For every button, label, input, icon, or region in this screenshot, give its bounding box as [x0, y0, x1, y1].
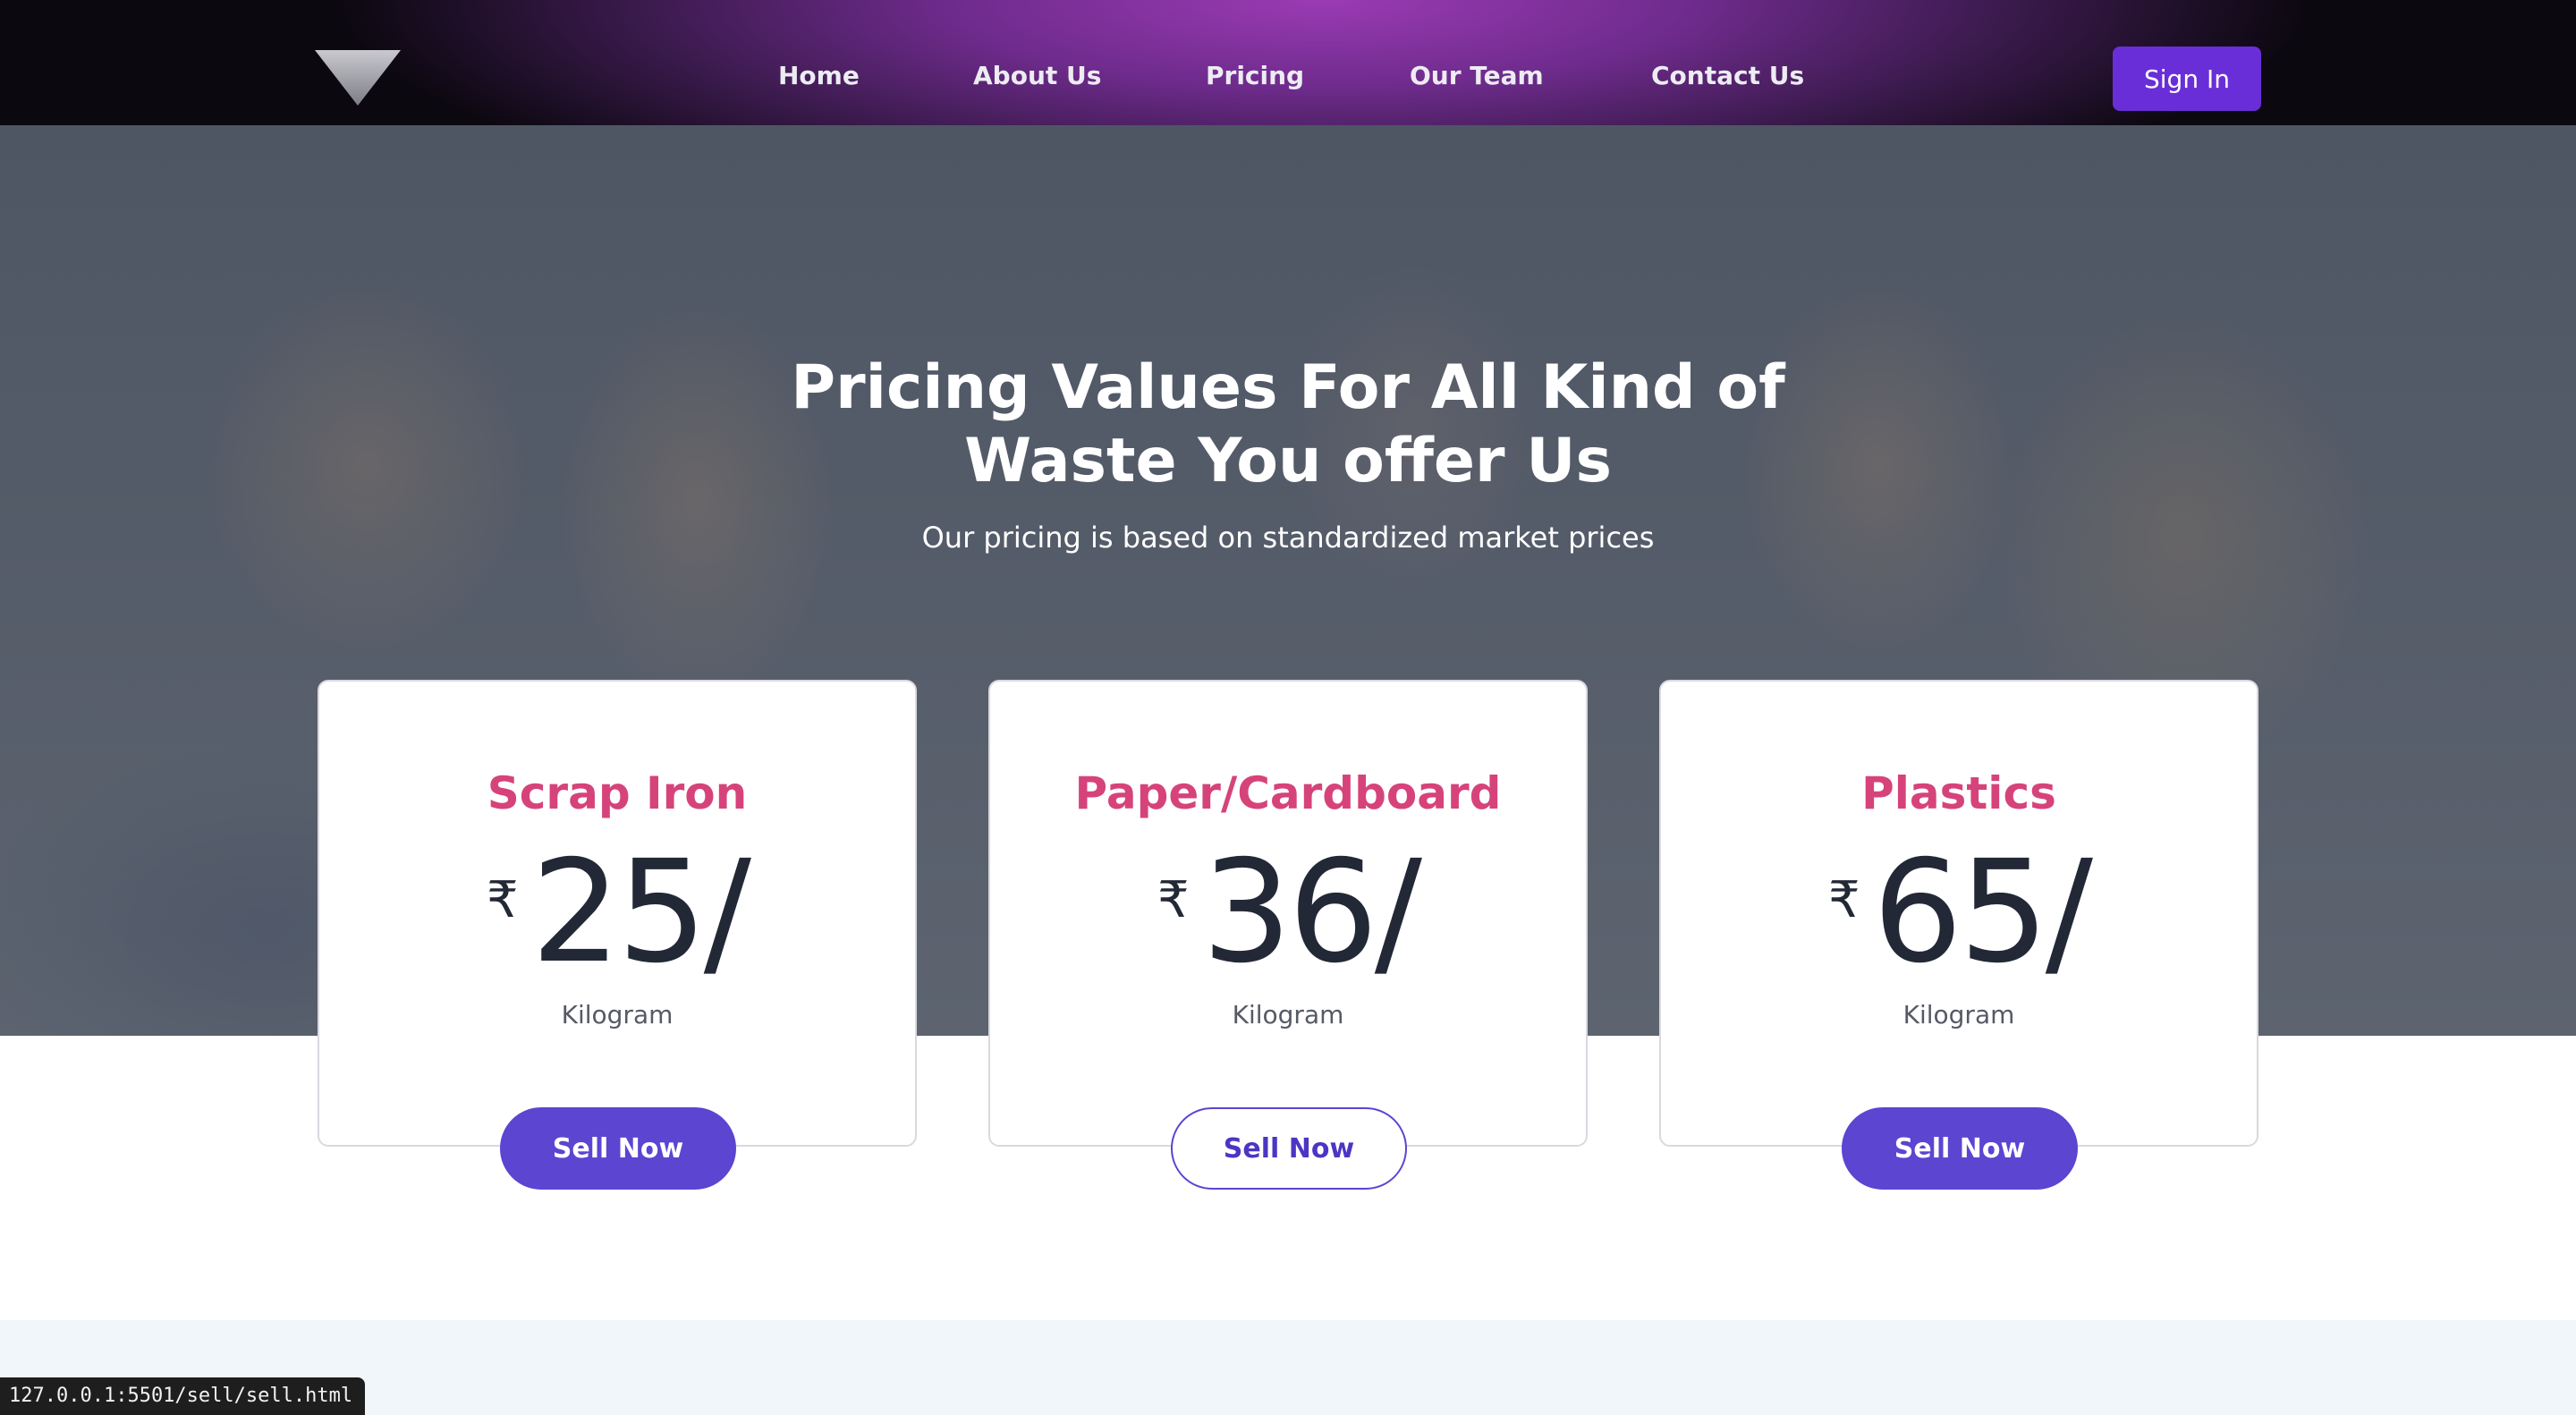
rupee-icon: ₹: [487, 871, 519, 929]
price-amount: 65/: [1872, 830, 2093, 995]
price-unit: Kilogram: [1902, 1000, 2015, 1029]
sell-now-button[interactable]: Sell Now: [1842, 1107, 2078, 1190]
next-section: [0, 1320, 2576, 1415]
card-title: Paper/Cardboard: [1074, 767, 1502, 819]
nav-link-about-us[interactable]: About Us: [973, 61, 1101, 90]
nav-link-home[interactable]: Home: [778, 61, 860, 90]
hero-title: Pricing Values For All Kind of Waste You…: [791, 352, 1785, 496]
price-amount: 36/: [1201, 830, 1422, 995]
rupee-icon: ₹: [1828, 871, 1860, 929]
card-price: ₹ 36/: [990, 841, 1586, 984]
nav-link-our-team[interactable]: Our Team: [1410, 61, 1544, 90]
sell-now-button[interactable]: Sell Now: [500, 1107, 736, 1190]
card-price: ₹ 65/: [1661, 841, 2257, 984]
pricing-card-scrap-iron: Scrap Iron ₹ 25/ Kilogram Sell Now: [318, 680, 917, 1190]
hero-subtitle: Our pricing is based on standardized mar…: [921, 521, 1655, 555]
rupee-icon: ₹: [1157, 871, 1190, 929]
nav-link-contact-us[interactable]: Contact Us: [1651, 61, 1804, 90]
price-unit: Kilogram: [1232, 1000, 1344, 1029]
status-bar-url: 127.0.0.1:5501/sell/sell.html: [0, 1377, 366, 1415]
page: Home About Us Pricing Our Team Contact U…: [0, 0, 2576, 1415]
sell-now-button[interactable]: Sell Now: [1171, 1107, 1407, 1190]
pricing-card-plastics: Plastics ₹ 65/ Kilogram Sell Now: [1659, 680, 2258, 1190]
card-price: ₹ 25/: [319, 841, 915, 984]
card-title: Scrap Iron: [487, 767, 748, 819]
price-amount: 25/: [530, 830, 751, 995]
nav-link-pricing[interactable]: Pricing: [1206, 61, 1304, 90]
sign-in-button[interactable]: Sign In: [2113, 47, 2261, 111]
pricing-card-paper-cardboard: Paper/Cardboard ₹ 36/ Kilogram Sell Now: [988, 680, 1588, 1190]
price-unit: Kilogram: [561, 1000, 674, 1029]
navbar: Home About Us Pricing Our Team Contact U…: [0, 0, 2576, 125]
card-title: Plastics: [1861, 767, 2056, 819]
